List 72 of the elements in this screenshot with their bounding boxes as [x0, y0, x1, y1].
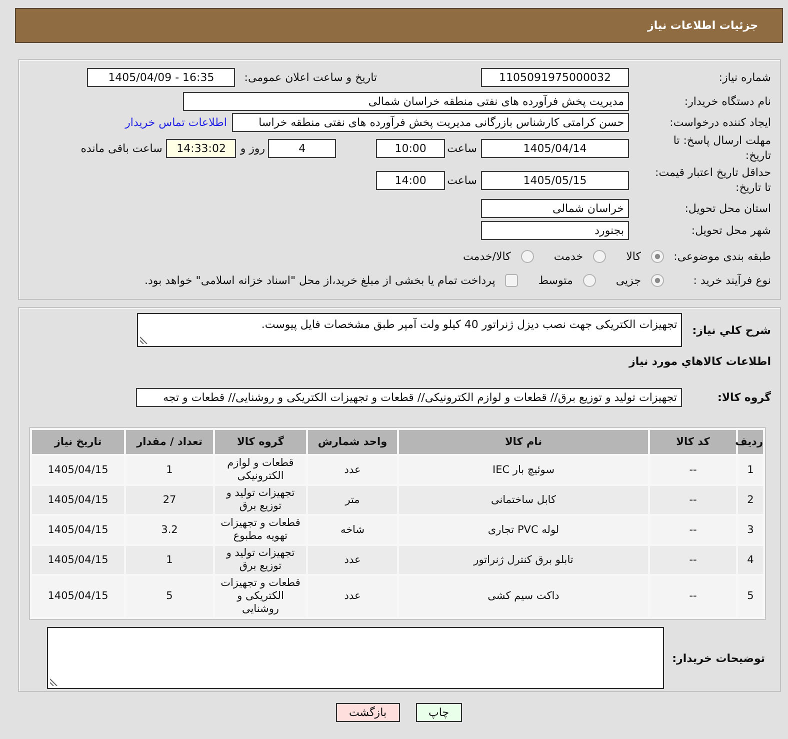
radio-button[interactable] — [651, 274, 664, 286]
buyer-contact-link[interactable]: اطلاعات تماس خریدار — [125, 116, 227, 128]
option-label: کالا/خدمت — [463, 250, 511, 262]
column-header: تعداد / مقدار — [126, 430, 213, 454]
column-header: نام کالا — [399, 430, 648, 454]
column-header: واحد شمارش — [308, 430, 397, 454]
table-cell: 1405/04/15 — [32, 486, 124, 514]
field-label: نوع فرآیند خرید : — [692, 272, 771, 288]
radio-button[interactable] — [582, 274, 596, 286]
table-cell: 1405/04/15 — [32, 546, 124, 574]
page-title: جزئیات اطلاعات نیاز — [648, 19, 758, 32]
column-header: کد کالا — [650, 430, 736, 454]
print-button[interactable]: چاپ — [416, 703, 462, 722]
resize-grip-icon — [50, 678, 58, 686]
announcement-date-field[interactable]: 1405/04/09 - 16:35 — [87, 68, 236, 86]
time-left-field[interactable]: 14:33:02 — [166, 138, 236, 158]
buyer-name-field[interactable]: مدیریت پخش فرآورده های نفتی منطقه خراسان شمالی — [183, 92, 629, 110]
table-cell: -- — [650, 486, 736, 514]
field-label: مهلت ارسال پاسخ: تا تاریخ: — [672, 133, 771, 163]
notes-field[interactable] — [47, 627, 664, 689]
validity-time-field[interactable]: 14:00 — [376, 170, 446, 190]
section-title: اطلاعات کالاهاي مورد نیاز — [629, 354, 771, 369]
column-header: تاریخ نیاز — [32, 430, 124, 454]
field-label: توضیحات خریدار: — [672, 650, 765, 666]
field-label: ساعت — [447, 174, 477, 186]
radio-button[interactable] — [651, 250, 664, 262]
table-cell: 27 — [126, 486, 213, 514]
field-label: حداقل تاریخ اعتبار قیمت: تا تاریخ: — [654, 165, 771, 195]
field-label: روز و — [240, 142, 266, 154]
radio-button[interactable] — [593, 250, 606, 262]
option-label: کالا — [626, 250, 641, 262]
goods-group-field[interactable]: تجهیزات تولید و توزیع برق// قطعات و لوازم الکترونیکی// قطعات و تجهیزات الکتریکی و روشنایی// قطعات و تجه — [136, 388, 682, 406]
back-button[interactable]: بازگشت — [336, 703, 400, 722]
option-label: جزیی — [616, 274, 641, 286]
validity-date-field[interactable]: 1405/05/15 — [481, 170, 629, 190]
requester-field[interactable]: حسن کرامتی کارشناس بازرگانی مدیریت پخش فرآورده های نفتی منطقه خراسا — [232, 112, 629, 132]
table-cell: 1 — [126, 546, 213, 574]
deadline-time-field[interactable]: 10:00 — [376, 138, 446, 158]
table-cell: -- — [650, 546, 736, 574]
field-label: شهر محل تحویل: — [690, 222, 771, 238]
checkbox-label: پرداخت تمام یا بخشی از مبلغ خرید،از محل "اسناد خزانه اسلامی" خواهد بود. — [144, 274, 496, 286]
table-cell: 4 — [738, 546, 763, 574]
resize-grip-icon — [140, 336, 148, 344]
table-cell: متر — [308, 486, 397, 514]
field-label: شماره نیاز: — [718, 70, 771, 84]
need-number-field[interactable]: 1105091975000032 — [481, 68, 629, 86]
option-label: خدمت — [554, 250, 584, 262]
table-cell: عدد — [308, 546, 397, 574]
option-label: متوسط — [538, 274, 573, 286]
field-label: گروه کالا: — [716, 390, 771, 404]
city-field[interactable]: بجنورد — [481, 220, 629, 240]
days-left-field[interactable]: 4 — [268, 138, 336, 158]
table-cell: تجهیزات تولید و توزیع برق — [215, 546, 306, 574]
checkbox[interactable] — [505, 274, 518, 286]
field-label: طبقه بندی موضوعی: — [672, 248, 771, 264]
table-cell: تابلو برق کنترل ژنراتور — [399, 546, 648, 574]
field-label: ایجاد کننده درخواست: — [668, 114, 771, 130]
field-label: نام دستگاه خریدار: — [683, 94, 771, 108]
column-header: ردیف — [738, 430, 763, 454]
field-label: ساعت باقی مانده — [80, 142, 162, 154]
column-header: گروه کالا — [215, 430, 306, 454]
province-field[interactable]: خراسان شمالی — [481, 198, 629, 218]
table-cell: تجهیزات تولید و توزیع برق — [215, 486, 306, 514]
field-label: استان محل تحویل: — [684, 200, 771, 216]
table-cell: کابل ساختمانی — [399, 486, 648, 514]
field-label: شرح کلي نیاز: — [692, 322, 771, 338]
table-cell: 2 — [738, 486, 763, 514]
deadline-date-field[interactable]: 1405/04/14 — [481, 138, 629, 158]
field-label: ساعت — [447, 142, 477, 154]
field-label: تاریخ و ساعت اعلان عمومی: — [244, 70, 377, 84]
description-field[interactable]: تجهیزات الکتریکی جهت نصب دیزل ژنراتور 40 کیلو ولت آمپر طبق مشخصات فایل پیوست. — [137, 313, 682, 347]
radio-button[interactable] — [520, 250, 534, 262]
